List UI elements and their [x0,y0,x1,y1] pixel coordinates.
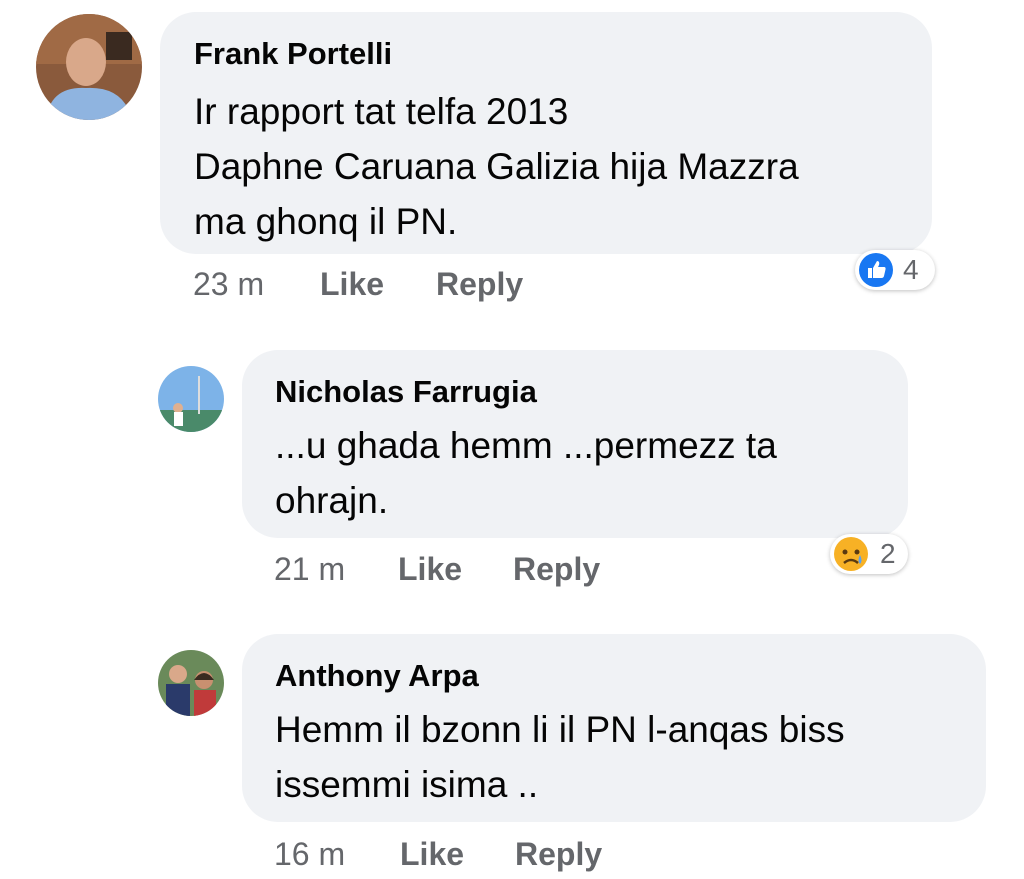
reaction-summary[interactable]: 4 [855,250,935,290]
comment-text-line: Ir rapport tat telfa 2013 [194,91,569,132]
reply-button[interactable]: Reply [436,266,523,302]
comment-text-line: ma ghonq il PN. [194,201,458,242]
like-button[interactable]: Like [400,836,464,872]
reaction-summary[interactable]: 2 [830,534,908,574]
avatar-anthony-arpa[interactable] [158,650,224,716]
reaction-count: 4 [903,254,919,285]
comment-timestamp[interactable]: 16 m [274,836,345,872]
avatar-frank-portelli[interactable] [36,14,142,120]
comment-text: Hemm il bzonn li il PN l-anqas biss isse… [275,702,845,812]
like-icon [859,253,893,287]
comment-timestamp[interactable]: 21 m [274,551,345,587]
comment-bubble: Nicholas Farrugia ...u ghada hemm ...per… [242,350,908,538]
comment-text-line: ohrajn. [275,480,389,521]
sad-icon [834,537,868,571]
avatar-image [158,366,224,432]
comment-author[interactable]: Anthony Arpa [275,658,479,694]
avatar-image [158,650,224,716]
comment-bubble: Frank Portelli Ir rapport tat telfa 2013… [160,12,932,254]
comment-text: Ir rapport tat telfa 2013 Daphne Caruana… [194,84,799,249]
reply-button[interactable]: Reply [515,836,602,872]
comment-text-line: Hemm il bzonn li il PN l-anqas biss [275,709,845,750]
avatar-image [36,14,142,120]
comment-text-line: issemmi isima .. [275,764,539,805]
comment-bubble: Anthony Arpa Hemm il bzonn li il PN l-an… [242,634,986,822]
avatar-nicholas-farrugia[interactable] [158,366,224,432]
like-button[interactable]: Like [320,266,384,302]
comment-text-line: ...u ghada hemm ...permezz ta [275,425,777,466]
reply-button[interactable]: Reply [513,551,600,587]
comment-text-line: Daphne Caruana Galizia hija Mazzra [194,146,799,187]
comment-text: ...u ghada hemm ...permezz ta ohrajn. [275,418,777,528]
comment-author[interactable]: Frank Portelli [194,36,392,72]
like-button[interactable]: Like [398,551,462,587]
comment-author[interactable]: Nicholas Farrugia [275,374,537,410]
comment-timestamp[interactable]: 23 m [193,266,264,302]
reaction-count: 2 [880,538,896,569]
